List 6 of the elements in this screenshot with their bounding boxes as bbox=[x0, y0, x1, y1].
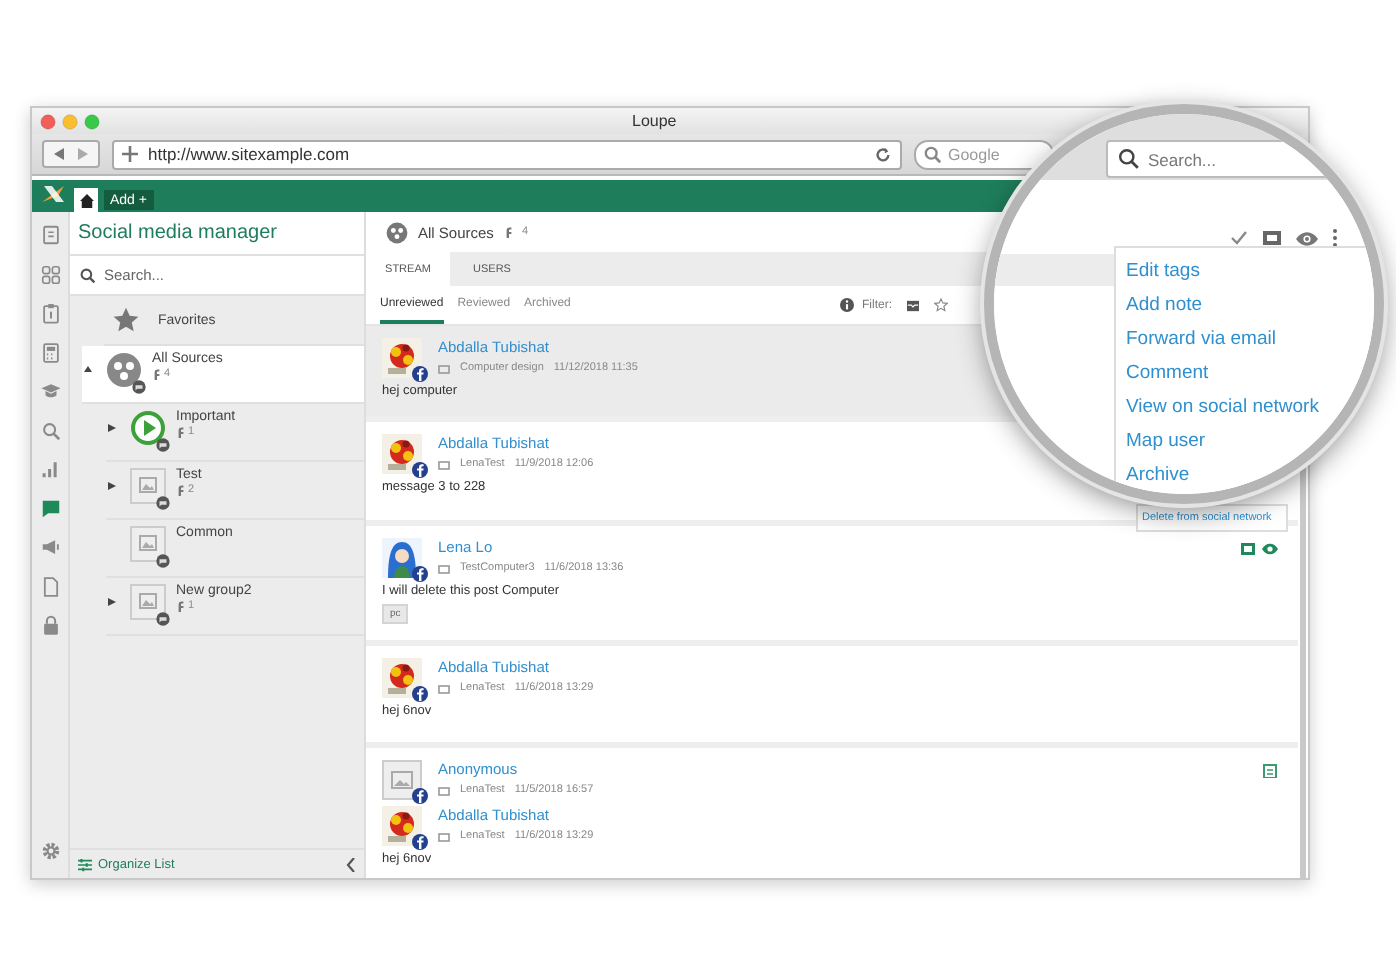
menu-item[interactable]: Add note bbox=[1126, 288, 1374, 322]
address-field[interactable]: http://www.sitexample.com bbox=[112, 139, 902, 169]
search-engine-field[interactable]: Google bbox=[914, 139, 1054, 169]
window-title: Loupe bbox=[632, 111, 677, 131]
menu-item[interactable]: Edit tags bbox=[1126, 254, 1374, 288]
panel-title: Social media manager bbox=[70, 212, 364, 256]
